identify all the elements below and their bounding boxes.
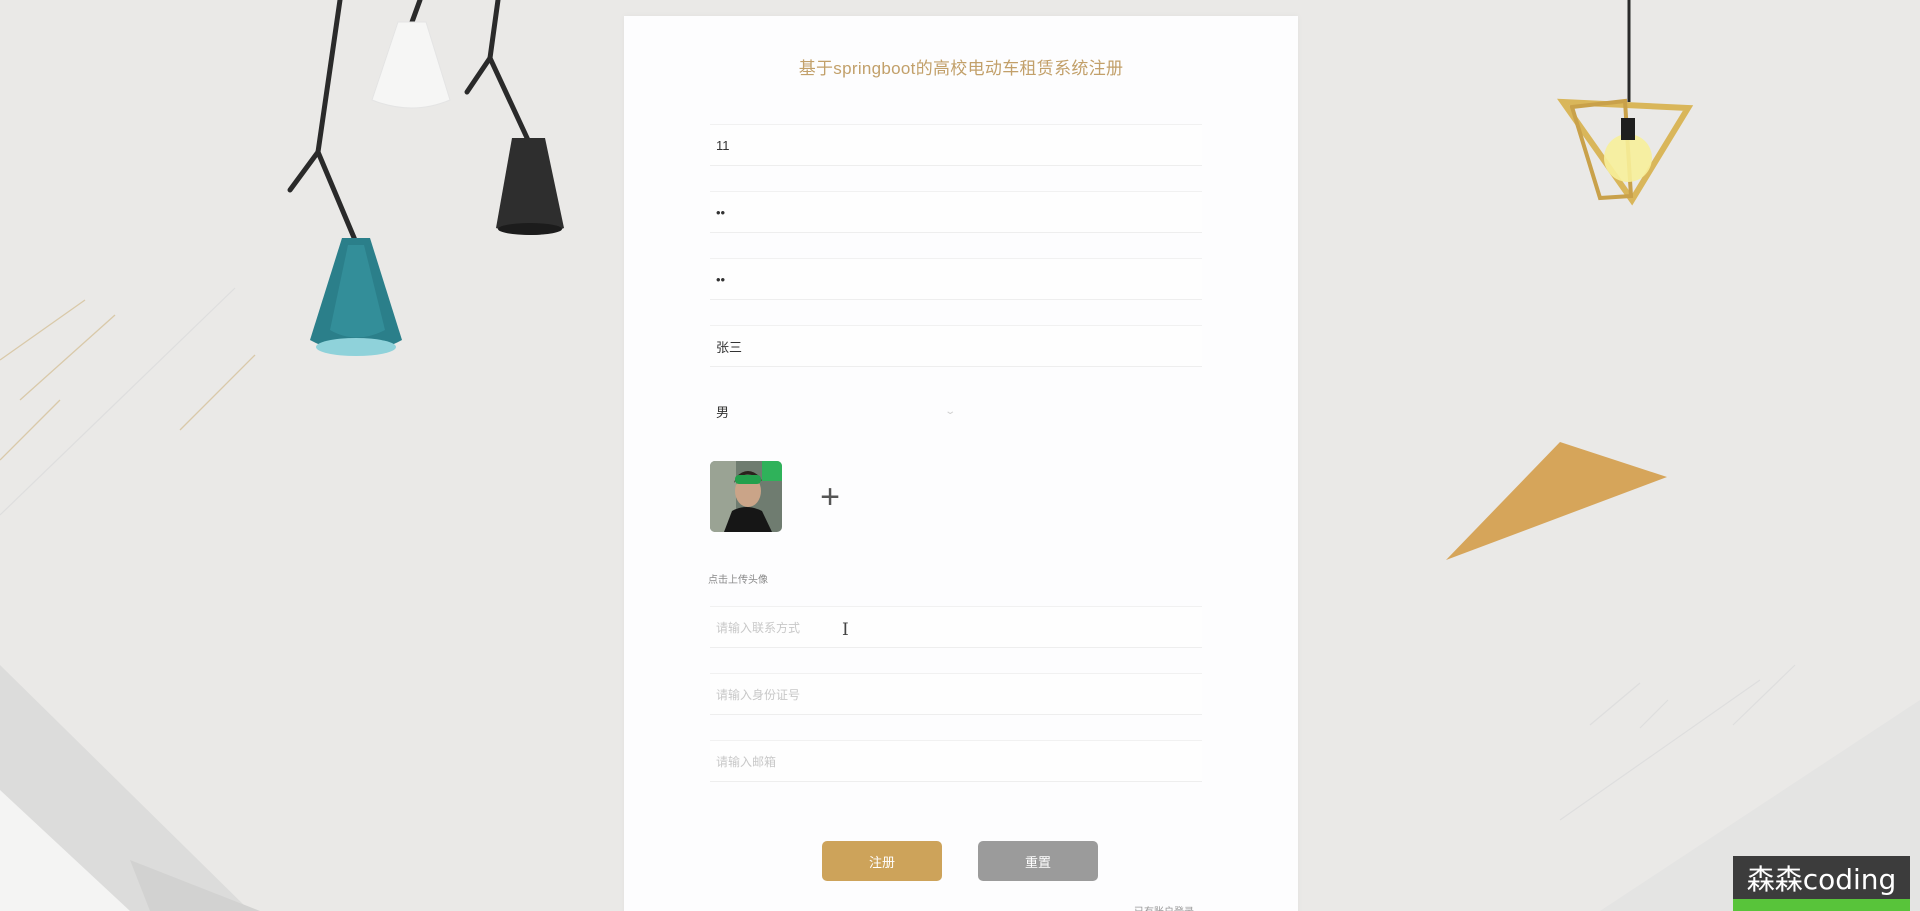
avatar-upload-button[interactable]: + — [794, 461, 866, 532]
account-field[interactable] — [710, 124, 1202, 166]
idcard-field[interactable] — [710, 673, 1202, 715]
gender-select[interactable]: 男 ⌄ — [710, 390, 962, 432]
password-field[interactable] — [710, 191, 1202, 233]
account-input[interactable] — [710, 125, 1202, 165]
name-input[interactable] — [710, 326, 1202, 366]
phone-input[interactable] — [710, 607, 1202, 647]
page-title: 基于springboot的高校电动车租赁系统注册 — [798, 59, 1124, 78]
register-button[interactable]: 注册 — [822, 841, 942, 881]
confirm-password-field[interactable] — [710, 258, 1202, 300]
login-link[interactable]: 已有账户登录 — [1134, 903, 1194, 911]
gender-selected-value: 男 — [716, 404, 730, 420]
avatar-preview[interactable] — [710, 461, 782, 532]
watermark: 森森coding — [1733, 856, 1910, 903]
text-cursor-icon: I — [842, 620, 849, 640]
upload-hint: 点击上传头像 — [708, 575, 768, 586]
chevron-down-icon: ⌄ — [943, 405, 956, 417]
plus-icon: + — [820, 477, 840, 516]
email-input[interactable] — [710, 741, 1202, 781]
idcard-input[interactable] — [710, 674, 1202, 714]
reset-button[interactable]: 重置 — [978, 841, 1098, 881]
name-field[interactable] — [710, 325, 1202, 367]
password-input[interactable] — [710, 192, 1202, 232]
email-field[interactable] — [710, 740, 1202, 782]
register-card: 基于springboot的高校电动车租赁系统注册 男 ⌄ + 点击上传头像 — [624, 16, 1298, 911]
phone-field[interactable] — [710, 606, 1202, 648]
confirm-password-input[interactable] — [710, 259, 1202, 299]
avatar-image — [710, 461, 782, 532]
watermark-bar — [1733, 899, 1910, 911]
